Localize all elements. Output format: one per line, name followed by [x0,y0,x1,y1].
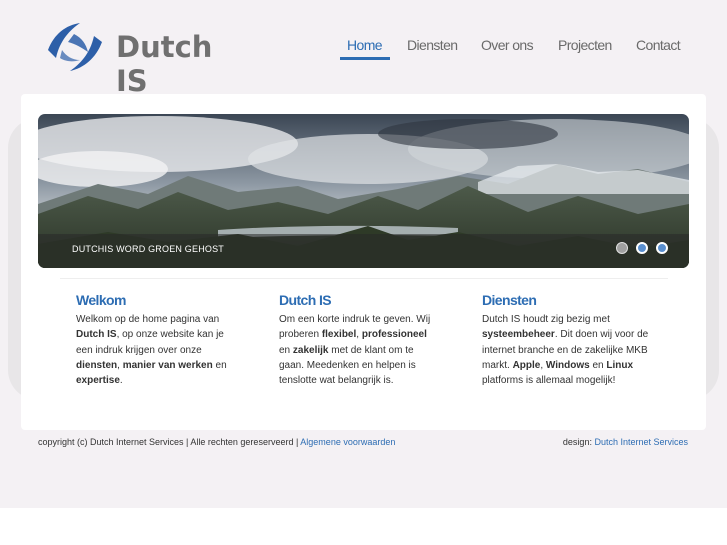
column-text-welkom: Welkom op de home pagina van Dutch IS, o… [76,312,236,388]
body-text: Welkom op de home pagina van [76,314,220,325]
emphasis-text: professioneel [361,329,427,341]
column-title-diensten: Diensten [482,292,537,308]
slider-dot-1[interactable] [616,242,628,254]
body-text: en [279,344,293,356]
emphasis-text: Dutch IS [76,329,117,341]
column-title-dutch-is: Dutch IS [279,292,332,308]
emphasis-text: diensten [76,359,118,371]
emphasis-text: Windows [545,359,590,371]
emphasis-text: Linux [606,359,634,371]
terms-link[interactable]: Algemene voorwaarden [300,437,395,447]
body-text: Dutch IS houdt zig bezig met [482,314,610,325]
body-text: en [589,359,607,371]
column-welkom: Welkom Welkom op de home pagina van Dutc… [76,292,236,388]
emphasis-text: systeembeheer [482,329,555,341]
nav-active-indicator [340,57,390,60]
nav-item-diensten[interactable]: Diensten [407,37,458,53]
column-text-diensten: Dutch IS houdt zig bezig met systeembehe… [482,312,658,388]
footer-copyright: copyright (c) Dutch Internet Services | … [38,437,395,447]
design-label: design: [562,437,595,447]
nav-item-over-ons[interactable]: Over ons [481,37,534,53]
copyright-text: copyright (c) Dutch Internet Services | … [38,437,301,447]
column-text-dutch-is: Om een korte indruk te geven. Wij prober… [279,312,439,388]
body-text: en [212,359,227,371]
nav-item-home[interactable]: Home [347,37,383,53]
emphasis-text: Apple [512,359,541,371]
image-slider[interactable]: DUTCHIS WORD GROEN GEHOST [38,114,689,268]
nav-item-projecten[interactable]: Projecten [558,37,612,53]
emphasis-text: expertise [76,375,120,387]
column-title-welkom: Welkom [76,292,126,308]
slider-caption[interactable]: DUTCHIS WORD GROEN GEHOST [72,244,224,254]
main-nav: Home Diensten Over ons Projecten Contact [0,37,727,67]
slider-dot-2[interactable] [636,242,648,254]
column-dutch-is: Dutch IS Om een korte indruk te geven. W… [279,292,439,388]
content-divider [60,278,668,279]
footer-design: design: Dutch Internet Services [563,437,688,447]
column-diensten: Diensten Dutch IS houdt zig bezig met sy… [482,292,658,388]
body-text: platforms is allemaal mogelijk! [482,375,616,387]
body-text: . [119,375,123,387]
slider-dot-3[interactable] [656,242,668,254]
emphasis-text: zakelijk [292,344,329,356]
emphasis-text: manier van werken [122,359,213,371]
design-link[interactable]: Dutch Internet Services [594,437,688,447]
emphasis-text: flexibel [321,329,357,341]
nav-item-contact[interactable]: Contact [636,37,681,53]
